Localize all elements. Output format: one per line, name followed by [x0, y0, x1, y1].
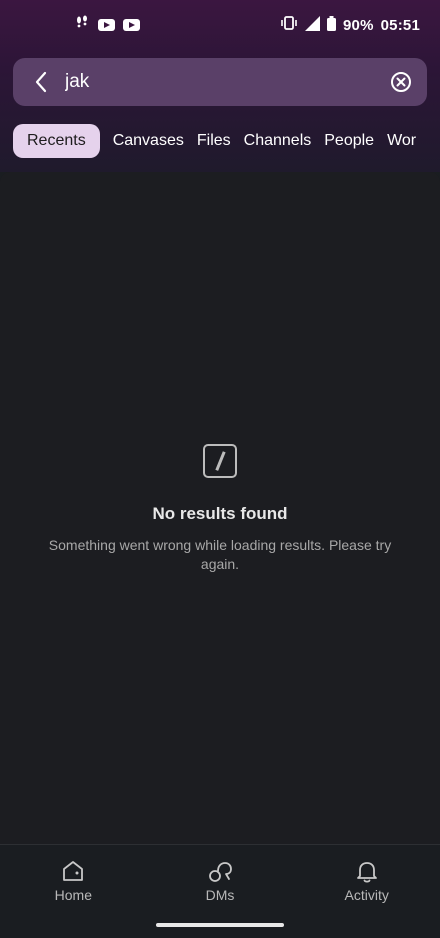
chevron-left-icon[interactable]: [29, 70, 53, 94]
status-bar: 90% 05:51: [0, 0, 440, 50]
vibrate-icon: [280, 16, 298, 34]
results-panel: No results found Something went wrong wh…: [0, 172, 440, 844]
tab-files[interactable]: Files: [197, 124, 231, 158]
nav-home[interactable]: Home: [0, 845, 147, 938]
clear-circle-icon[interactable]: [389, 70, 413, 94]
bell-icon: [356, 862, 377, 883]
footsteps-icon: [74, 15, 90, 35]
empty-state-message: Something went wrong while loading resul…: [48, 537, 392, 572]
nav-activity[interactable]: Activity: [293, 845, 440, 938]
clock: 05:51: [380, 16, 420, 34]
home-icon: [63, 861, 84, 881]
empty-state: No results found Something went wrong wh…: [0, 444, 440, 574]
youtube-icon: [123, 19, 140, 31]
search-filter-tabs: Recents Canvases Files Channels People W…: [13, 123, 440, 158]
tab-canvases[interactable]: Canvases: [113, 124, 184, 158]
search-input[interactable]: [65, 71, 389, 93]
signal-icon: [305, 15, 320, 35]
home-indicator[interactable]: [156, 923, 284, 927]
nav-home-label: Home: [54, 887, 93, 903]
empty-state-title: No results found: [152, 504, 288, 523]
tab-recents[interactable]: Recents: [13, 123, 100, 158]
tab-people[interactable]: People: [324, 124, 374, 158]
nav-activity-label: Activity: [344, 887, 389, 903]
tab-channels[interactable]: Channels: [244, 124, 312, 158]
battery-icon: [327, 15, 336, 35]
nav-dms-label: DMs: [205, 887, 235, 903]
status-right: 90% 05:51: [280, 15, 420, 35]
dms-icon: [209, 862, 232, 882]
slash-square-icon: [203, 444, 237, 478]
battery-percent: 90%: [343, 16, 374, 34]
youtube-icon: [98, 19, 115, 31]
status-left-icons: [74, 15, 140, 35]
tab-workflows[interactable]: Wor: [387, 124, 416, 158]
search-bar: [13, 58, 427, 106]
